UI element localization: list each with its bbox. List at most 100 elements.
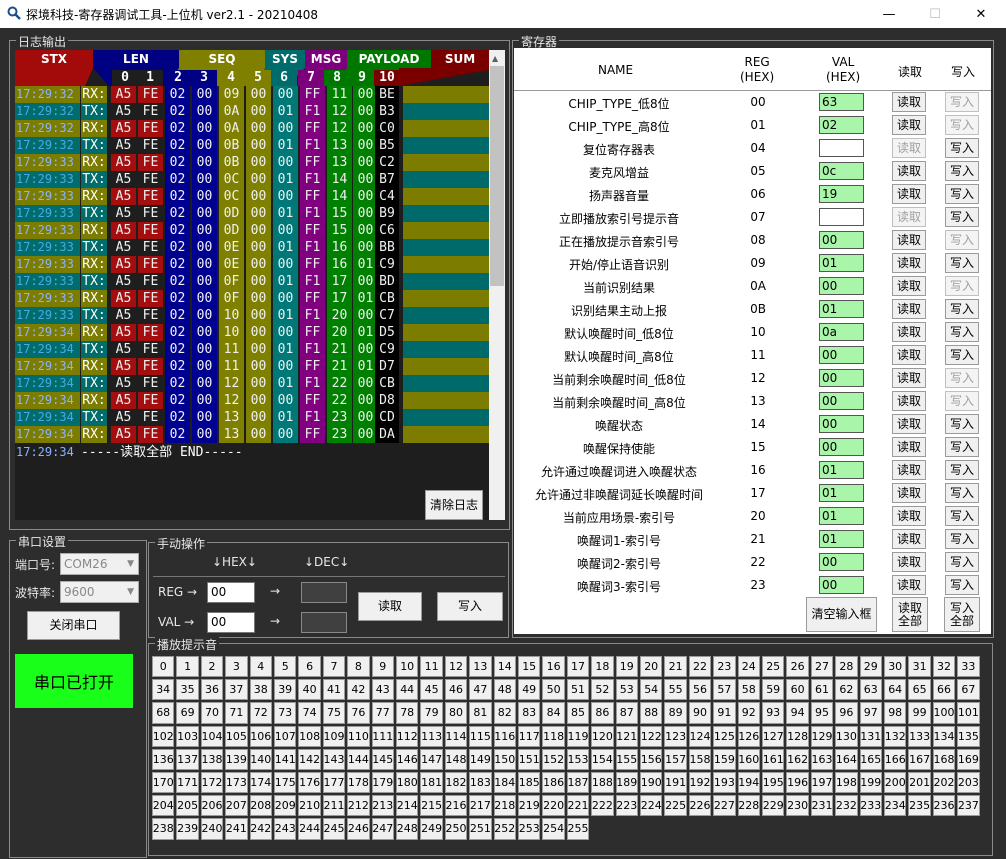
sound-button[interactable]: 112 <box>396 725 419 747</box>
sound-button[interactable]: 161 <box>762 748 785 770</box>
register-read-button[interactable]: 读取 <box>892 345 926 365</box>
sound-button[interactable]: 173 <box>225 772 248 794</box>
sound-button[interactable]: 59 <box>762 679 785 701</box>
sound-button[interactable]: 179 <box>371 772 394 794</box>
register-value-input[interactable]: 00 <box>819 576 864 594</box>
register-value-input[interactable]: 00 <box>819 438 864 456</box>
sound-button[interactable]: 21 <box>664 656 687 678</box>
sound-button[interactable]: 20 <box>640 656 663 678</box>
sound-button[interactable]: 141 <box>274 748 297 770</box>
sound-button[interactable]: 10 <box>396 656 419 678</box>
register-read-button[interactable]: 读取 <box>892 276 926 296</box>
sound-button[interactable]: 211 <box>322 795 346 817</box>
register-value-input[interactable]: 01 <box>819 507 864 525</box>
sound-button[interactable]: 26 <box>786 656 809 678</box>
sound-button[interactable]: 33 <box>957 656 980 678</box>
register-write-button[interactable]: 写入 <box>945 460 979 480</box>
sound-button[interactable]: 15 <box>518 656 541 678</box>
sound-button[interactable]: 165 <box>859 748 882 770</box>
sound-button[interactable]: 41 <box>322 679 346 701</box>
sound-button[interactable]: 201 <box>908 772 931 794</box>
sound-button[interactable]: 85 <box>566 702 590 724</box>
port-select[interactable]: COM26 ▼ <box>60 553 139 575</box>
sound-button[interactable]: 251 <box>469 818 492 840</box>
sound-button[interactable]: 86 <box>591 702 614 724</box>
sound-button[interactable]: 53 <box>615 679 638 701</box>
sound-button[interactable]: 219 <box>518 795 541 817</box>
sound-button[interactable]: 210 <box>298 795 321 817</box>
sound-button[interactable]: 182 <box>444 772 468 794</box>
sound-button[interactable]: 3 <box>225 656 248 678</box>
sound-button[interactable]: 73 <box>274 702 297 724</box>
sound-button[interactable]: 143 <box>322 748 346 770</box>
sound-button[interactable]: 118 <box>542 725 565 747</box>
register-write-button[interactable]: 写入 <box>945 92 979 112</box>
sound-button[interactable]: 55 <box>664 679 687 701</box>
sound-button[interactable]: 126 <box>737 725 760 747</box>
register-write-button[interactable]: 写入 <box>945 529 979 549</box>
sound-button[interactable]: 183 <box>469 772 492 794</box>
sound-button[interactable]: 52 <box>591 679 614 701</box>
register-write-button[interactable]: 写入 <box>945 414 979 434</box>
sound-button[interactable]: 137 <box>176 748 199 770</box>
sound-button[interactable]: 101 <box>957 702 980 724</box>
sound-button[interactable]: 223 <box>615 795 638 817</box>
sound-button[interactable]: 168 <box>932 748 956 770</box>
sound-button[interactable]: 206 <box>200 795 224 817</box>
sound-button[interactable]: 142 <box>298 748 321 770</box>
sound-button[interactable]: 36 <box>200 679 224 701</box>
sound-button[interactable]: 56 <box>688 679 712 701</box>
register-read-button[interactable]: 读取 <box>892 115 926 135</box>
sound-button[interactable]: 74 <box>298 702 321 724</box>
sound-button[interactable]: 172 <box>200 772 224 794</box>
register-read-button[interactable]: 读取 <box>892 253 926 273</box>
sound-button[interactable]: 57 <box>713 679 736 701</box>
sound-button[interactable]: 120 <box>591 725 614 747</box>
sound-button[interactable]: 196 <box>786 772 809 794</box>
sound-button[interactable]: 30 <box>884 656 907 678</box>
register-write-button[interactable]: 写入 <box>945 230 979 250</box>
register-value-input[interactable]: 00 <box>819 277 864 295</box>
sound-button[interactable]: 54 <box>640 679 663 701</box>
register-value-input[interactable]: 01 <box>819 300 864 318</box>
sound-button[interactable]: 22 <box>688 656 712 678</box>
sound-button[interactable]: 136 <box>152 748 175 770</box>
register-write-button[interactable]: 写入 <box>945 184 979 204</box>
sound-button[interactable]: 195 <box>762 772 785 794</box>
sound-button[interactable]: 116 <box>493 725 516 747</box>
sound-button[interactable]: 214 <box>396 795 419 817</box>
sound-button[interactable]: 134 <box>932 725 956 747</box>
sound-button[interactable]: 23 <box>713 656 736 678</box>
sound-button[interactable]: 217 <box>469 795 492 817</box>
sound-button[interactable]: 108 <box>298 725 321 747</box>
sound-button[interactable]: 202 <box>932 772 956 794</box>
sound-button[interactable]: 13 <box>469 656 492 678</box>
sound-button[interactable]: 205 <box>176 795 199 817</box>
sound-button[interactable]: 72 <box>249 702 272 724</box>
baud-select[interactable]: 9600 ▼ <box>60 581 139 603</box>
sound-button[interactable]: 135 <box>957 725 980 747</box>
register-read-button[interactable]: 读取 <box>892 184 926 204</box>
sound-button[interactable]: 162 <box>786 748 809 770</box>
register-read-button[interactable]: 读取 <box>892 437 926 457</box>
sound-button[interactable]: 241 <box>225 818 248 840</box>
sound-button[interactable]: 40 <box>298 679 321 701</box>
sound-button[interactable]: 66 <box>932 679 956 701</box>
sound-button[interactable]: 247 <box>371 818 394 840</box>
sound-button[interactable]: 113 <box>420 725 443 747</box>
sound-button[interactable]: 208 <box>249 795 272 817</box>
sound-button[interactable]: 156 <box>640 748 663 770</box>
sound-button[interactable]: 133 <box>908 725 931 747</box>
sound-button[interactable]: 37 <box>225 679 248 701</box>
sound-button[interactable]: 49 <box>518 679 541 701</box>
register-value-input[interactable]: 01 <box>819 484 864 502</box>
register-value-input[interactable]: 00 <box>819 231 864 249</box>
sound-button[interactable]: 218 <box>493 795 516 817</box>
sound-button[interactable]: 249 <box>420 818 443 840</box>
sound-button[interactable]: 149 <box>469 748 492 770</box>
register-value-input[interactable]: 0c <box>819 162 864 180</box>
sound-button[interactable]: 98 <box>884 702 907 724</box>
sound-button[interactable]: 151 <box>518 748 541 770</box>
register-read-button[interactable]: 读取 <box>892 575 926 595</box>
sound-button[interactable]: 8 <box>347 656 370 678</box>
